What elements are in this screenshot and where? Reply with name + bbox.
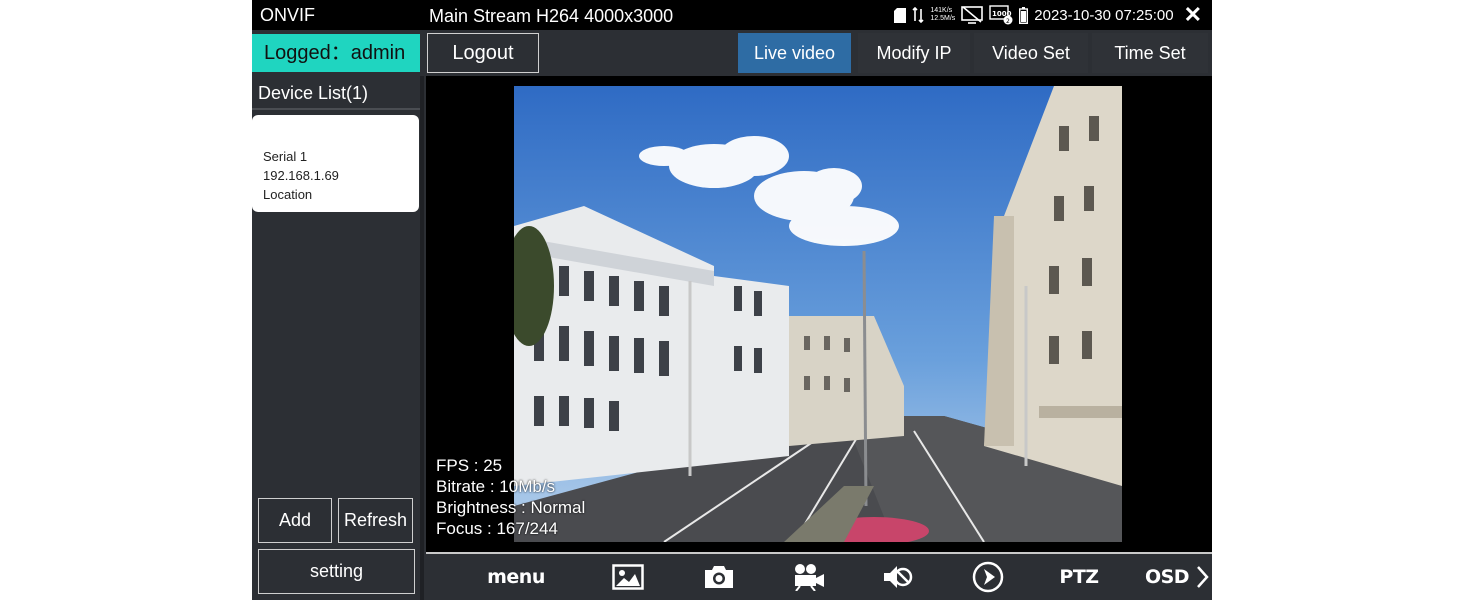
status-bar: ONVIF Main Stream H264 4000x3000 141K/s … <box>252 0 1212 30</box>
bitrate-readout: Bitrate : 10Mb/s <box>436 477 556 496</box>
device-ip: 192.168.1.69 <box>263 168 339 183</box>
setting-button[interactable]: setting <box>258 549 415 594</box>
tab-live-video[interactable]: Live video <box>738 33 851 73</box>
net-speed-down: 12.5M/s <box>930 15 956 22</box>
playback-button[interactable] <box>968 558 1008 596</box>
mute-icon <box>884 566 913 588</box>
focus-readout: Focus : 167/244 <box>436 519 558 538</box>
net-speed-up: 141K/s <box>930 7 953 14</box>
close-icon[interactable]: ✕ <box>1184 4 1202 26</box>
ptz-button[interactable]: PTZ <box>1052 558 1106 596</box>
fps-readout: FPS : 25 <box>436 456 503 475</box>
app-name: ONVIF <box>260 5 316 25</box>
device-serial: Serial 1 <box>263 149 308 164</box>
add-button[interactable]: Add <box>258 498 332 543</box>
sidebar-divider <box>420 76 424 600</box>
sd-card-icon <box>894 7 907 23</box>
audio-button[interactable] <box>878 558 918 596</box>
snapshot-button[interactable] <box>699 558 739 596</box>
menu-button[interactable]: menu <box>486 558 546 596</box>
bottom-toolbar: menu PTZ OSD <box>426 554 1212 600</box>
osd-label: OSD <box>1144 566 1190 588</box>
ethernet-1000m-icon: 1000 2 <box>989 5 1013 25</box>
play-icon <box>972 561 1004 593</box>
transfer-arrows-icon <box>912 7 924 23</box>
device-list-title: Device List(1) <box>252 80 420 110</box>
osd-button[interactable]: OSD <box>1142 558 1192 596</box>
svg-text:2: 2 <box>1006 18 1010 25</box>
logout-button[interactable]: Logout <box>427 33 539 73</box>
brightness-readout: Brightness : Normal <box>436 498 586 517</box>
street-scene-image <box>514 86 1122 542</box>
logged-in-badge: Logged：admin <box>252 34 420 72</box>
datetime: 2023-10-30 07:25:00 <box>1034 6 1174 24</box>
net-speed: 141K/s 12.5M/s <box>930 7 955 23</box>
video-record-icon <box>795 564 824 591</box>
device-list-item[interactable]: Serial 1 192.168.1.69 Location <box>252 115 419 212</box>
video-area[interactable]: FPS : 25 Bitrate : 10Mb/s Brightness : N… <box>426 76 1212 552</box>
status-icons: 141K/s 12.5M/s 1000 2 2023-10-30 07:25:00… <box>894 0 1212 30</box>
chevron-right-icon <box>1197 566 1209 588</box>
camera-icon <box>705 566 733 588</box>
image-icon <box>612 564 644 590</box>
record-button[interactable] <box>788 558 830 596</box>
device-location: Location <box>263 187 313 202</box>
gallery-button[interactable] <box>608 558 648 596</box>
device-screen: ONVIF Main Stream H264 4000x3000 141K/s … <box>252 0 1212 600</box>
tab-video-set[interactable]: Video Set <box>974 33 1088 73</box>
tab-time-set[interactable]: Time Set <box>1092 33 1208 73</box>
ptz-label: PTZ <box>1059 566 1099 588</box>
refresh-button[interactable]: Refresh <box>338 498 413 543</box>
battery-icon <box>1019 6 1029 24</box>
no-display-icon <box>961 6 984 24</box>
live-video-frame <box>514 86 1122 542</box>
stream-title: Main Stream H264 4000x3000 <box>429 6 674 26</box>
toolbar-next-button[interactable] <box>1192 558 1212 596</box>
tab-modify-ip[interactable]: Modify IP <box>858 33 970 73</box>
menu-label: menu <box>487 566 545 588</box>
